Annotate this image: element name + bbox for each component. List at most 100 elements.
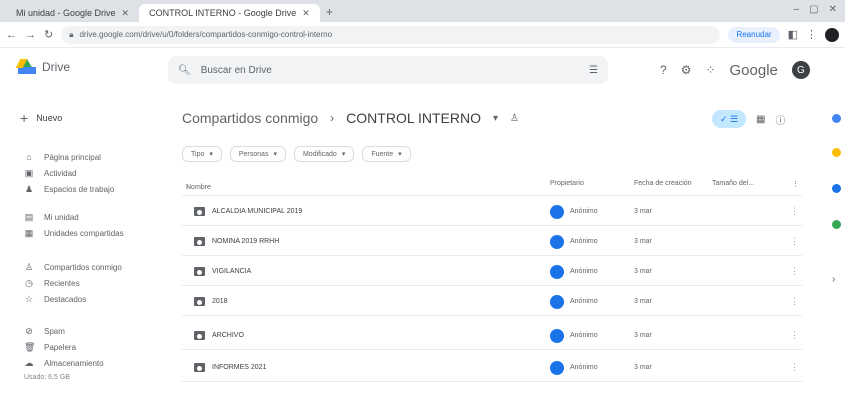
column-date[interactable]: Fecha de creación	[634, 180, 692, 187]
sidebar-item-spam[interactable]: ⊘ Spam	[24, 326, 65, 337]
table-row[interactable]: INFORMES 2021 Anónimo 3 mar ⋮	[182, 354, 802, 382]
calendar-icon[interactable]	[832, 114, 841, 123]
new-tab-icon[interactable]: +	[326, 5, 333, 19]
reload-icon[interactable]: ↻	[44, 28, 53, 41]
minimize-icon[interactable]: –	[794, 4, 800, 15]
more-vert-icon[interactable]: ⋮	[790, 330, 799, 341]
sidebar-item-workspaces[interactable]: ♟ Espacios de trabajo	[24, 184, 114, 195]
tune-icon[interactable]: ☰	[589, 65, 598, 76]
created-date: 3 mar	[634, 298, 652, 305]
more-vert-icon[interactable]: ⋮	[790, 362, 799, 373]
sidebar-item-label: Página principal	[44, 152, 101, 162]
sidebar-item-label: Unidades compartidas	[44, 229, 124, 238]
breadcrumb: Compartidos conmigo › CONTROL INTERNO ▾ …	[182, 110, 519, 126]
back-icon[interactable]: ←	[6, 29, 17, 41]
plus-icon: +	[20, 110, 29, 126]
table-row[interactable]: ARCHIVO Anónimo 3 mar ⋮	[182, 322, 802, 350]
sidebar-item-starred[interactable]: ☆ Destacados	[24, 294, 86, 305]
more-vert-icon[interactable]: ⋮	[790, 206, 799, 217]
resume-chip[interactable]: Reanudar	[728, 26, 780, 43]
clock-icon: ◷	[25, 278, 33, 288]
browser-menu-icon[interactable]: ⋮	[806, 28, 817, 41]
sidebar-item-trash[interactable]: 🗑︎ Papelera	[24, 342, 76, 353]
column-label: Nombre	[186, 184, 211, 191]
drive-icon: ▤	[24, 212, 34, 222]
chevron-down-icon: ▾	[273, 151, 277, 158]
search-input[interactable]: 🔍︎ Buscar en Drive ☰	[168, 56, 608, 84]
table-row[interactable]: NOMINA 2019 RRHH Anónimo 3 mar ⋮	[182, 228, 802, 256]
list-view-toggle[interactable]: ✓ ☰	[712, 110, 746, 128]
owner-name: Anónimo	[570, 238, 598, 245]
filter-chip-source[interactable]: Fuente ▾	[362, 146, 411, 162]
resume-label: Reanudar	[736, 30, 772, 39]
url-input[interactable]: 🔒︎ drive.google.com/drive/u/0/folders/co…	[61, 25, 721, 44]
sidebar-item-label: Espacios de trabajo	[44, 185, 115, 194]
owner-avatar	[550, 329, 564, 343]
owner-name: Anónimo	[570, 364, 598, 371]
new-button[interactable]: + Nuevo	[20, 110, 62, 126]
sidebar-item-home[interactable]: ⌂ Página principal	[24, 152, 101, 162]
search-icon[interactable]: 🔍︎	[178, 65, 191, 76]
chevron-down-icon[interactable]: ▾	[493, 113, 498, 124]
avatar[interactable]: G	[791, 61, 810, 79]
filter-chip-modified[interactable]: Modificado ▾	[293, 146, 355, 162]
owner-avatar	[550, 265, 564, 279]
sidebar-item-activity[interactable]: ▣ Actividad	[24, 168, 77, 179]
drive-logo[interactable]: Drive	[18, 59, 70, 74]
browser-tab[interactable]: Mi unidad - Google Drive ✕	[6, 4, 139, 22]
people-icon[interactable]: ♙	[510, 113, 519, 124]
sidebar-item-my-drive[interactable]: ▤ Mi unidad	[24, 212, 79, 223]
table-row[interactable]: VIGILANCIA Anónimo 3 mar ⋮	[182, 258, 802, 286]
sidebar: + Nuevo ⌂ Página principal ▣ Actividad ♟…	[0, 100, 160, 413]
sidebar-item-shared-drives[interactable]: ▦ Unidades compartidas	[24, 228, 124, 239]
sidebar-item-storage[interactable]: ☁ Almacenamiento	[24, 358, 104, 369]
filter-chip-people[interactable]: Personas ▾	[229, 146, 286, 162]
puzzle-icon[interactable]: ◧	[788, 28, 798, 41]
more-vert-icon[interactable]: ⋮	[790, 296, 799, 307]
chip-label: Personas	[238, 150, 269, 158]
more-vert-icon[interactable]: ⋮	[792, 180, 799, 188]
chip-label: Modificado	[302, 150, 337, 158]
keep-icon[interactable]	[832, 148, 841, 157]
file-name: ARCHIVO	[212, 332, 244, 339]
filter-chip-type[interactable]: Tipo ▾	[182, 146, 222, 162]
contacts-icon[interactable]	[832, 220, 841, 229]
tasks-icon[interactable]	[832, 184, 841, 193]
more-vert-icon[interactable]: ⋮	[790, 266, 799, 277]
apps-grid-icon[interactable]: ⁘	[705, 63, 715, 77]
help-icon[interactable]: ?	[660, 63, 667, 77]
owner-avatar	[550, 295, 564, 309]
sidebar-item-shared-with-me[interactable]: ♙ Compartidos conmigo	[24, 262, 122, 273]
shared-folder-icon	[194, 207, 205, 216]
column-owner[interactable]: Propietario	[550, 180, 584, 187]
expand-panel-icon[interactable]: ›	[832, 274, 836, 285]
close-icon[interactable]: ✕	[122, 8, 130, 19]
maximize-icon[interactable]: ▢	[809, 4, 818, 15]
column-size[interactable]: Tamaño del...	[712, 180, 754, 187]
chevron-down-icon: ▾	[341, 151, 346, 158]
forward-icon[interactable]: →	[25, 29, 36, 41]
page-title[interactable]: CONTROL INTERNO	[346, 110, 481, 126]
sidebar-item-recent[interactable]: ◷ Recientes	[24, 278, 80, 289]
chevron-right-icon: ›	[330, 111, 335, 125]
table-header: Nombre ↑ Propietario Fecha de creación T…	[182, 176, 802, 196]
browser-tab-bar: Mi unidad - Google Drive ✕ CONTROL INTER…	[0, 0, 845, 22]
sidebar-item-label: Spam	[44, 327, 65, 336]
url-text: drive.google.com/drive/u/0/folders/compa…	[79, 30, 333, 39]
browser-tab-active[interactable]: CONTROL INTERNO - Google Drive ✕	[139, 4, 320, 22]
app-name: Drive	[42, 59, 71, 74]
close-window-icon[interactable]: ✕	[829, 4, 837, 15]
gear-icon[interactable]: ⚙	[681, 63, 692, 77]
owner-name: Anónimo	[570, 208, 598, 215]
grid-view-icon[interactable]: ▦	[756, 114, 765, 125]
profile-avatar[interactable]	[825, 27, 839, 42]
chevron-down-icon: ▾	[209, 151, 213, 158]
table-row[interactable]: 2018 Anónimo 3 mar ⋮	[182, 288, 802, 316]
table-row[interactable]: ALCALDIA MUNICIPAL 2019 Anónimo 3 mar ⋮	[182, 198, 802, 226]
owner-avatar	[550, 205, 564, 219]
close-icon[interactable]: ✕	[302, 8, 310, 19]
breadcrumb-root[interactable]: Compartidos conmigo	[182, 110, 318, 126]
more-vert-icon[interactable]: ⋮	[790, 236, 799, 247]
sort-arrow-icon: ↑	[186, 184, 190, 191]
info-icon[interactable]: ⓘ	[775, 112, 785, 127]
